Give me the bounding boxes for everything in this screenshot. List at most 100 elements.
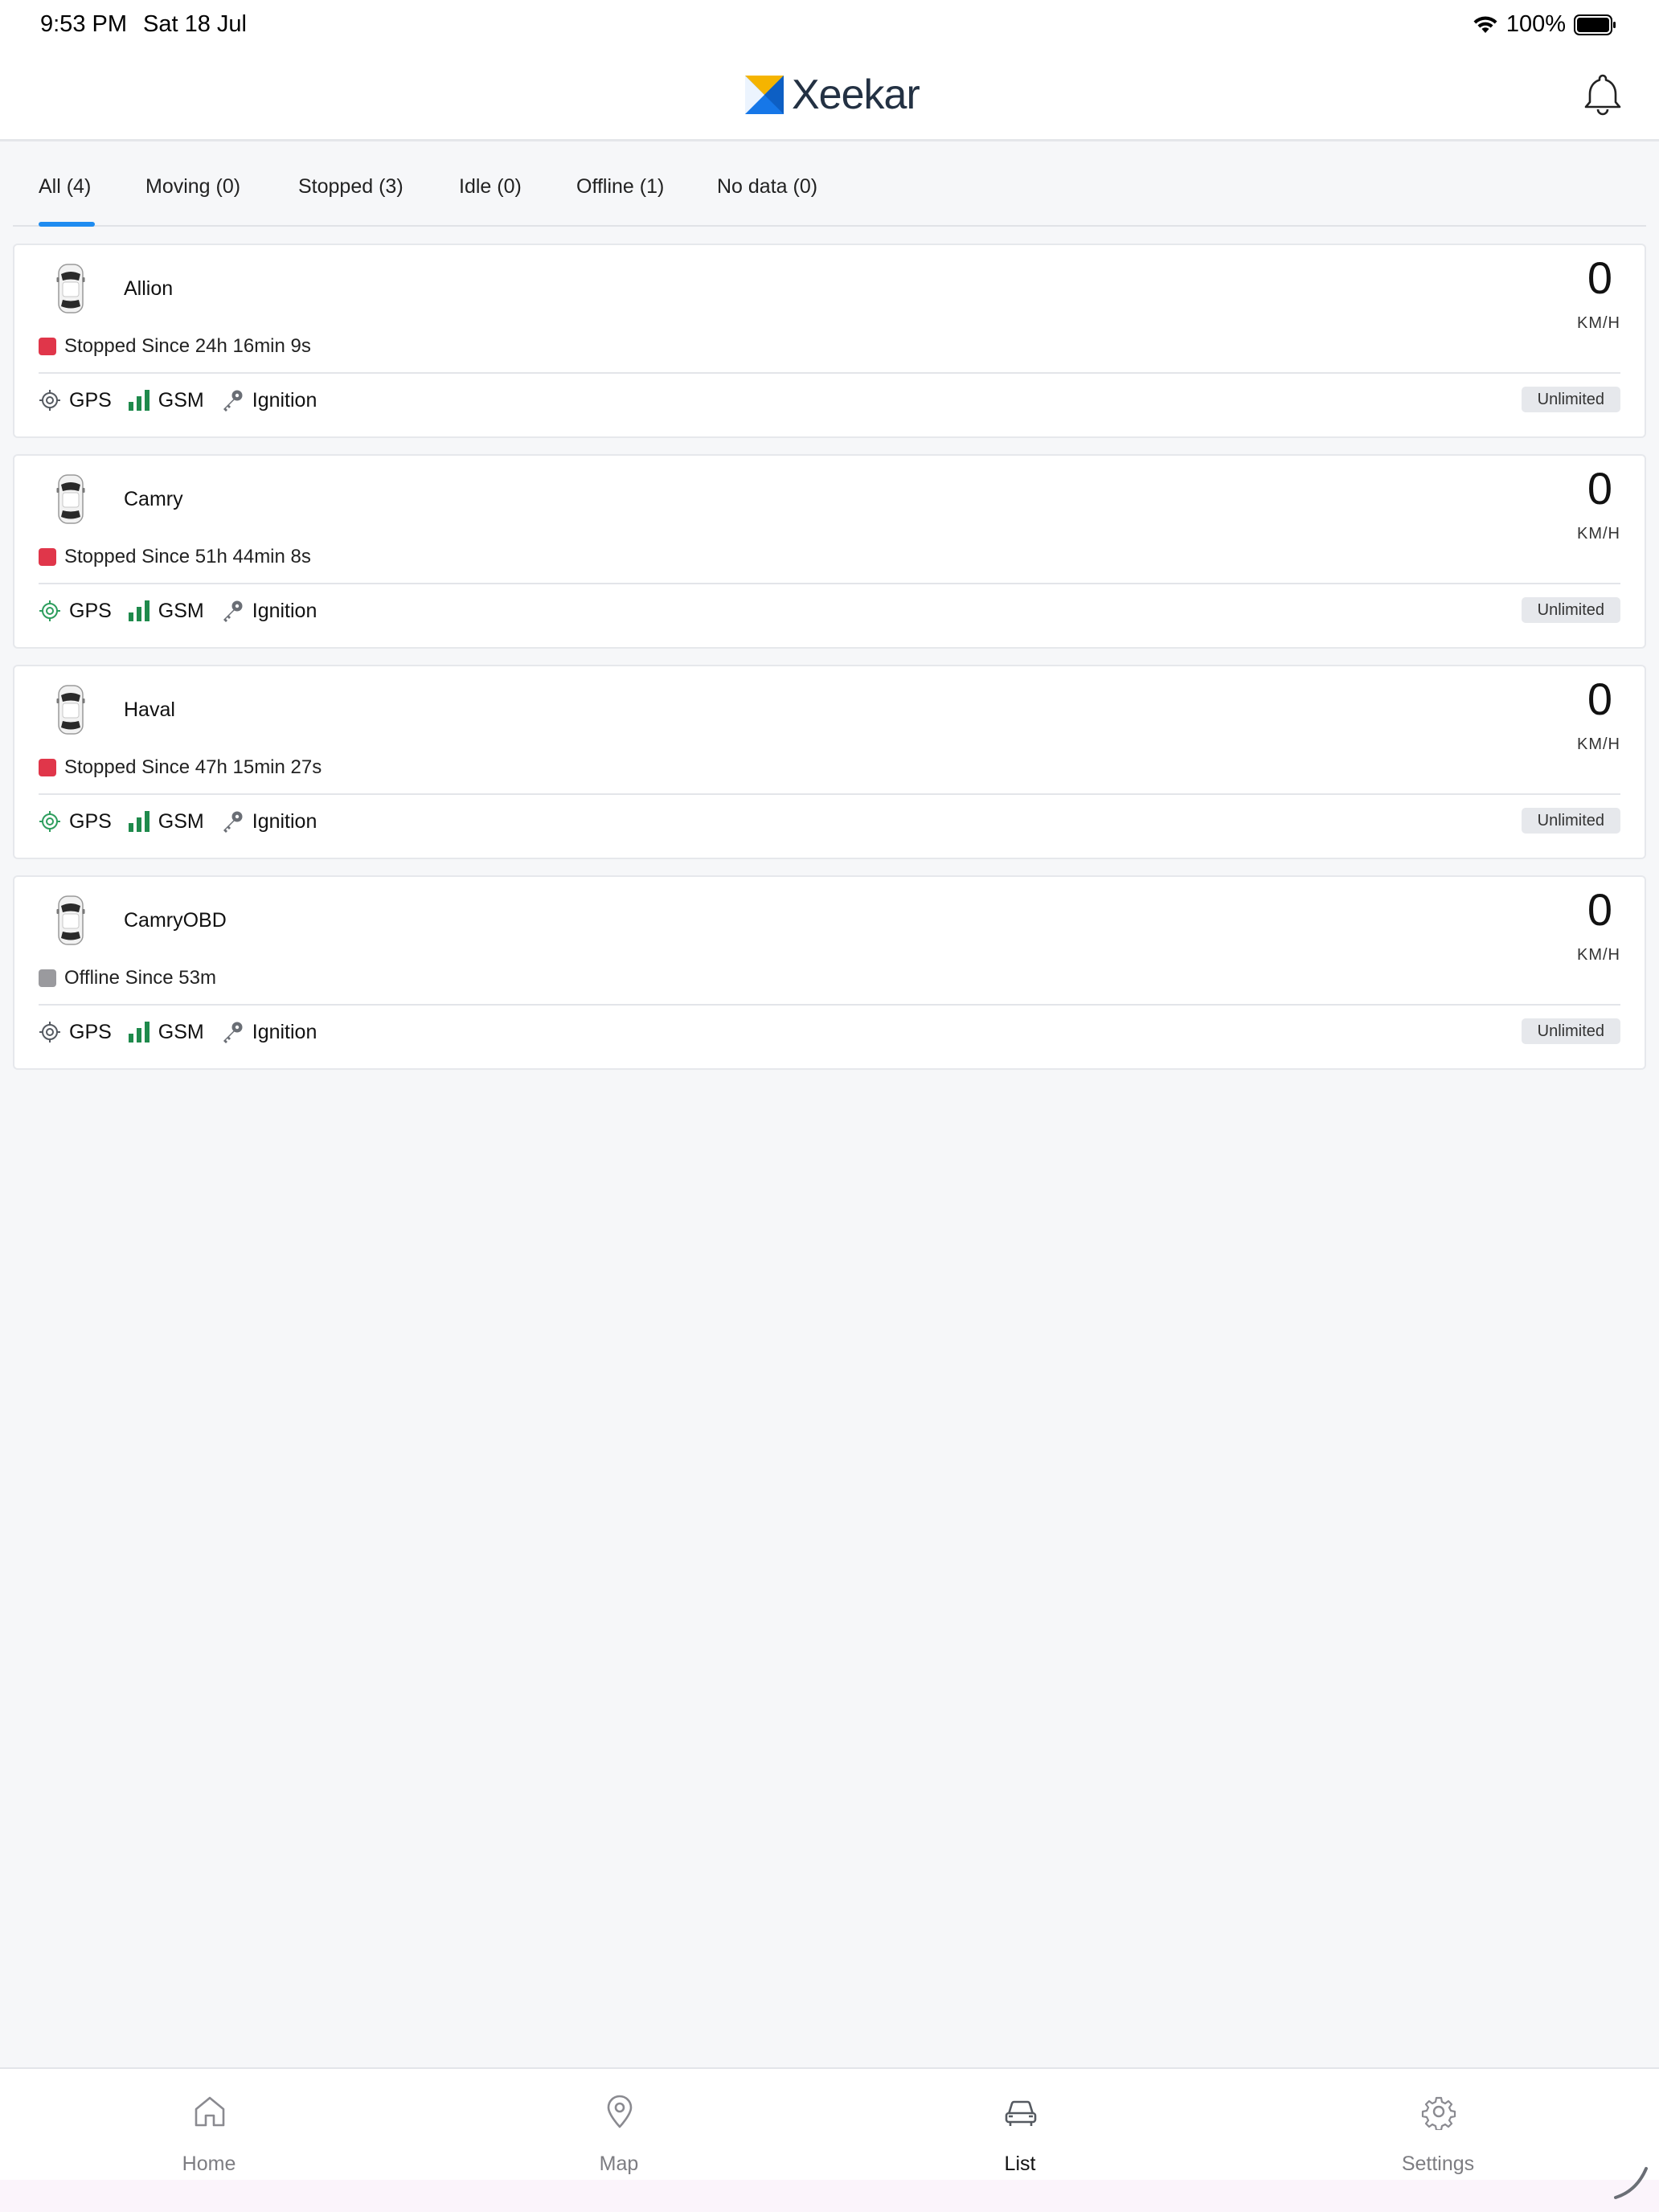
- ignition-indicator: Ignition: [220, 1020, 317, 1044]
- status-indicator: [39, 338, 56, 355]
- gsm-indicator: GSM: [128, 1021, 204, 1044]
- speed-value: 0: [1587, 884, 1612, 935]
- ignition-label: Ignition: [252, 809, 317, 833]
- ignition-indicator: Ignition: [220, 809, 317, 834]
- gps-target-icon: [39, 1022, 60, 1043]
- car-top-view-icon: [56, 264, 85, 313]
- car-top-view-icon: [56, 474, 85, 524]
- vehicle-card-camry[interactable]: Camry 0 KM/H Stopped Since 51h 44min 8s …: [13, 454, 1646, 649]
- speed-unit: KM/H: [1577, 946, 1620, 964]
- status-text: Stopped Since 24h 16min 9s: [64, 335, 311, 357]
- signal-bars-icon: [128, 1022, 150, 1043]
- active-tab-indicator: [39, 222, 95, 227]
- gps-label: GPS: [69, 1020, 112, 1043]
- ignition-indicator: Ignition: [220, 388, 317, 412]
- plan-badge: Unlimited: [1521, 1018, 1620, 1044]
- card-divider: [39, 372, 1620, 374]
- nav-home-label: Home: [182, 2153, 236, 2175]
- speed-unit: KM/H: [1577, 314, 1620, 332]
- battery-icon: [1574, 14, 1616, 35]
- status-bar: 9:53 PM Sat 18 Jul 100%: [0, 0, 1659, 51]
- tab-idle[interactable]: Idle (0): [459, 175, 522, 199]
- filter-tabs: All (4) Moving (0) Stopped (3) Idle (0) …: [13, 145, 1646, 227]
- nav-settings-label: Settings: [1401, 2153, 1475, 2175]
- notification-bell-icon[interactable]: [1582, 71, 1624, 116]
- status-text: Stopped Since 47h 15min 27s: [64, 756, 322, 778]
- vehicle-name: Camry: [124, 488, 183, 510]
- brand-name: Xeekar: [792, 72, 920, 118]
- status-line: Stopped Since 47h 15min 27s: [39, 756, 322, 779]
- home-icon: [195, 2096, 225, 2127]
- gsm-indicator: GSM: [128, 600, 204, 623]
- gps-indicator: GPS: [39, 600, 112, 623]
- tab-stopped[interactable]: Stopped (3): [298, 175, 403, 199]
- gps-label: GPS: [69, 809, 112, 833]
- nav-home[interactable]: Home: [113, 2069, 305, 2181]
- vehicle-card-haval[interactable]: Haval 0 KM/H Stopped Since 47h 15min 27s…: [13, 665, 1646, 859]
- vehicle-name: Allion: [124, 277, 174, 300]
- device-indicators: GPS GSM Ignition: [39, 1020, 333, 1044]
- tab-moving[interactable]: Moving (0): [145, 175, 240, 199]
- status-indicator: [39, 969, 56, 987]
- card-divider: [39, 1004, 1620, 1006]
- ignition-label: Ignition: [252, 388, 317, 412]
- tab-all[interactable]: All (4): [39, 175, 91, 199]
- status-line: Offline Since 53m: [39, 967, 216, 989]
- device-indicators: GPS GSM Ignition: [39, 599, 333, 623]
- device-indicators: GPS GSM Ignition: [39, 388, 333, 412]
- gsm-label: GSM: [158, 388, 204, 412]
- status-text: Stopped Since 51h 44min 8s: [64, 546, 311, 567]
- gps-label: GPS: [69, 388, 112, 412]
- signal-bars-icon: [128, 600, 150, 621]
- map-pin-icon: [607, 2095, 633, 2128]
- status-line: Stopped Since 51h 44min 8s: [39, 546, 311, 568]
- card-divider: [39, 793, 1620, 795]
- nav-settings[interactable]: Settings: [1342, 2069, 1534, 2181]
- brand-logo: Xeekar: [743, 71, 920, 119]
- pencil-hover-icon: [1614, 2167, 1648, 2199]
- nav-list[interactable]: List: [924, 2069, 1116, 2181]
- speed-unit: KM/H: [1577, 735, 1620, 753]
- xeekar-logo-icon: [745, 76, 784, 114]
- tab-offline[interactable]: Offline (1): [576, 175, 664, 199]
- gsm-indicator: GSM: [128, 389, 204, 412]
- status-line: Stopped Since 24h 16min 9s: [39, 335, 311, 358]
- signal-bars-icon: [128, 390, 150, 411]
- status-indicator: [39, 548, 56, 566]
- car-top-view-icon: [56, 685, 85, 735]
- status-date: Sat 18 Jul: [143, 11, 247, 37]
- speed-unit: KM/H: [1577, 525, 1620, 543]
- bottom-nav: Home Map List Settings: [0, 2067, 1659, 2180]
- gsm-indicator: GSM: [128, 810, 204, 834]
- key-icon: [223, 600, 243, 622]
- vehicle-card-allion[interactable]: Allion 0 KM/H Stopped Since 24h 16min 9s…: [13, 244, 1646, 438]
- gps-indicator: GPS: [39, 1021, 112, 1044]
- vehicle-card-camryobd[interactable]: CamryOBD 0 KM/H Offline Since 53m GPS GS…: [13, 875, 1646, 1070]
- gps-indicator: GPS: [39, 810, 112, 834]
- gsm-label: GSM: [158, 1020, 204, 1043]
- nav-map-label: Map: [599, 2153, 639, 2175]
- ignition-indicator: Ignition: [220, 599, 317, 623]
- plan-badge: Unlimited: [1521, 387, 1620, 412]
- status-time: 9:53 PM: [40, 11, 127, 37]
- signal-bars-icon: [128, 811, 150, 832]
- speed-value: 0: [1587, 252, 1612, 303]
- card-divider: [39, 583, 1620, 584]
- speed-value: 0: [1587, 463, 1612, 514]
- key-icon: [223, 390, 243, 412]
- gps-label: GPS: [69, 599, 112, 622]
- status-text: Offline Since 53m: [64, 967, 216, 989]
- plan-badge: Unlimited: [1521, 597, 1620, 623]
- gsm-label: GSM: [158, 809, 204, 833]
- car-icon: [1005, 2100, 1037, 2126]
- gps-target-icon: [39, 811, 60, 832]
- tab-no-data[interactable]: No data (0): [717, 175, 817, 199]
- ignition-label: Ignition: [252, 599, 317, 622]
- status-right: 100%: [1473, 11, 1617, 38]
- nav-map[interactable]: Map: [522, 2069, 715, 2181]
- vehicle-name: CamryOBD: [124, 909, 227, 932]
- gear-icon: [1421, 2096, 1456, 2130]
- gps-indicator: GPS: [39, 389, 112, 412]
- device-indicators: GPS GSM Ignition: [39, 809, 333, 834]
- plan-badge: Unlimited: [1521, 808, 1620, 834]
